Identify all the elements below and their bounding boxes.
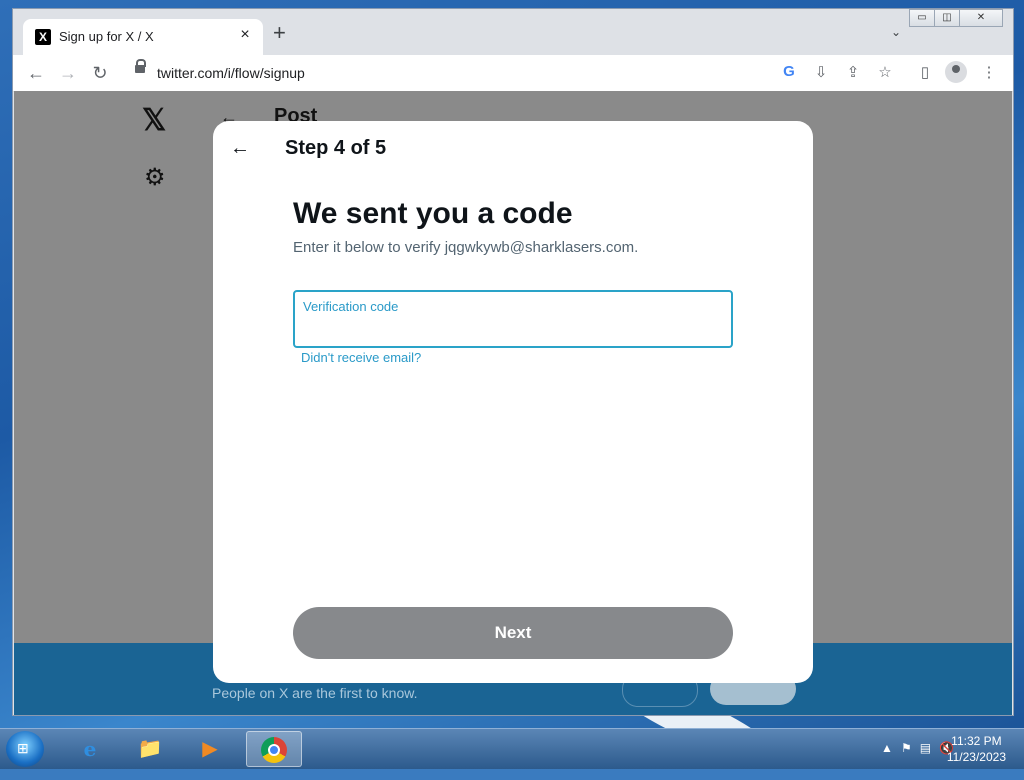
browser-toolbar: ← → ↻ twitter.com/i/flow/signup G ⇩ ⇪ ☆ … (13, 55, 1013, 92)
modal-subtitle: Enter it below to verify jqgwkywb@sharkl… (293, 239, 639, 256)
page-viewport: 𝕏 ⚙ ← Post People on X are the first to … (14, 91, 1012, 715)
chrome-taskbar-button[interactable] (246, 731, 302, 767)
kebab-menu-icon[interactable]: ⋮ (979, 63, 999, 81)
clock-time: 11:32 PM (951, 734, 1002, 748)
verification-code-label: Verification code (303, 299, 399, 314)
minimize-button[interactable]: ▭ (909, 9, 935, 27)
bookmark-star-icon[interactable]: ☆ (875, 63, 895, 81)
profile-avatar-icon[interactable] (945, 61, 967, 83)
x-logo-icon: 𝕏 (142, 104, 167, 137)
file-explorer-icon[interactable]: 📁 (122, 731, 178, 767)
settings-gear-icon: ⚙ (144, 164, 166, 191)
google-icon[interactable]: G (779, 63, 799, 80)
tab-title: Sign up for X / X (59, 29, 154, 44)
media-player-icon[interactable]: ▶ (182, 731, 238, 767)
verification-code-field[interactable]: Verification code (293, 290, 733, 348)
tab-search-chevron-icon[interactable]: ⌄ (891, 25, 901, 39)
lock-icon[interactable] (135, 59, 146, 73)
tab-close-icon[interactable]: × (235, 26, 255, 44)
tab-signup[interactable]: X Sign up for X / X × (23, 19, 263, 55)
window-controls: ▭ ◫ ✕ (909, 9, 1003, 27)
verification-code-input[interactable] (303, 318, 727, 342)
close-window-button[interactable]: ✕ (959, 9, 1003, 27)
show-hidden-icons-icon[interactable]: ▲ (881, 741, 893, 755)
action-center-flag-icon[interactable]: ⚑ (901, 741, 912, 755)
x-favicon-icon: X (35, 29, 51, 45)
windows-logo-icon: ⊞ (17, 740, 29, 756)
system-tray: ▲ ⚑ ▤ 🔇 (881, 741, 954, 755)
modal-title: We sent you a code (293, 197, 573, 230)
clock-date: 11/23/2023 (946, 750, 1006, 764)
signup-modal: ← Step 4 of 5 We sent you a code Enter i… (213, 121, 813, 683)
browser-window: X Sign up for X / X × + ⌄ ▭ ◫ ✕ ← → ↻ tw… (12, 8, 1014, 716)
url-text[interactable]: twitter.com/i/flow/signup (157, 65, 305, 81)
restore-button[interactable]: ◫ (934, 9, 960, 27)
forward-arrow-icon[interactable]: → (57, 63, 79, 83)
resend-email-link[interactable]: Didn't receive email? (301, 350, 421, 365)
modal-back-arrow-icon[interactable]: ← (229, 137, 251, 160)
network-icon[interactable]: ▤ (920, 741, 931, 755)
reload-icon[interactable]: ↻ (89, 63, 111, 83)
share-icon[interactable]: ⇪ (843, 63, 863, 81)
step-indicator: Step 4 of 5 (285, 137, 387, 159)
next-button[interactable]: Next (293, 607, 733, 659)
clock[interactable]: 11:32 PM 11/23/2023 (947, 733, 1006, 765)
start-button[interactable]: ⊞ (6, 731, 44, 767)
chrome-icon (261, 737, 287, 763)
install-icon[interactable]: ⇩ (811, 63, 831, 81)
back-arrow-icon[interactable]: ← (25, 63, 47, 83)
banner-text: People on X are the first to know. (212, 685, 418, 701)
side-panel-icon[interactable]: ▯ (915, 63, 935, 81)
taskbar: ⊞ e 📁 ▶ ▲ ⚑ ▤ 🔇 11:32 PM 11/23/2023 (0, 728, 1024, 769)
new-tab-button[interactable]: + (273, 22, 286, 44)
tab-strip: X Sign up for X / X × + ⌄ ▭ ◫ ✕ (13, 9, 1013, 55)
internet-explorer-icon[interactable]: e (62, 731, 118, 767)
